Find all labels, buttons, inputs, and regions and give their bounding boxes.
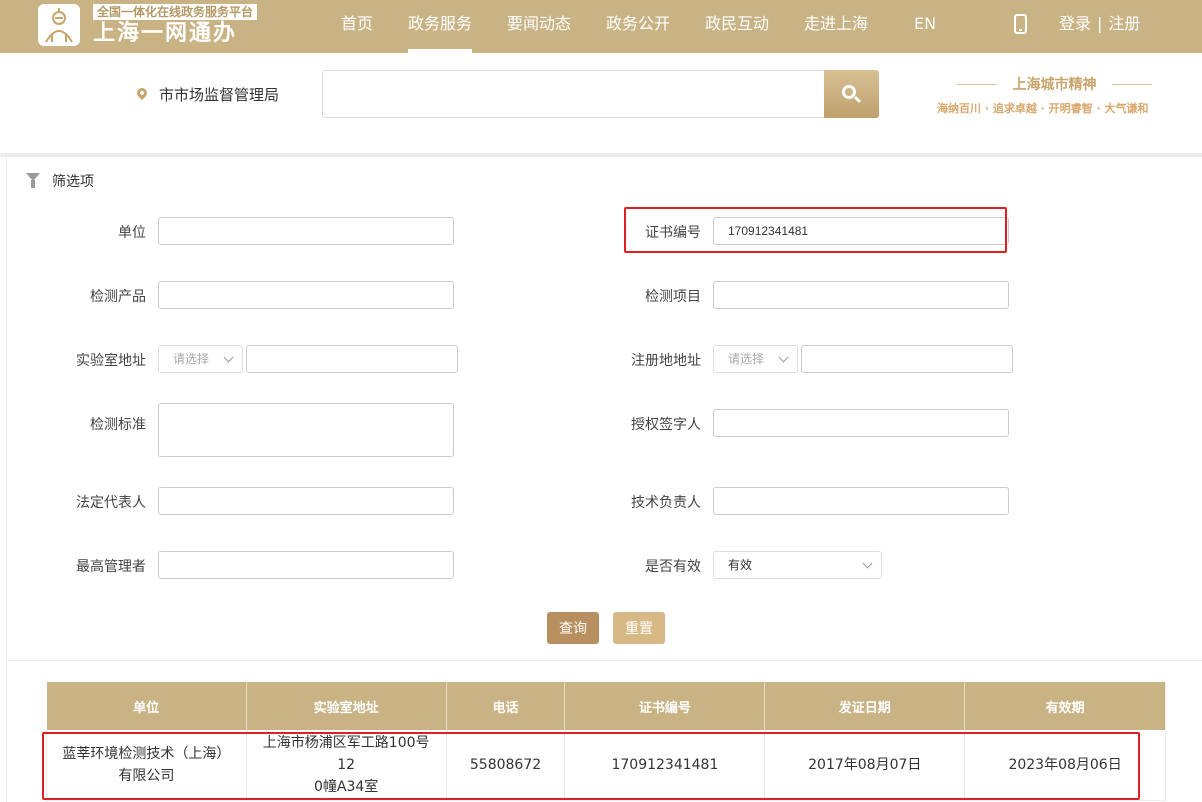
register-link[interactable]: 注册 [1108,14,1140,33]
filter-title: 筛选项 [52,174,94,190]
cert-no-input[interactable] [713,217,1009,245]
signer-input[interactable] [713,409,1009,437]
reg-address-input[interactable] [801,345,1013,373]
login-register: 登录 | 注册 [1059,0,1140,50]
brand-name[interactable]: 上海一网通办 [93,21,237,47]
standard-textarea[interactable] [158,403,454,457]
cell-phone: 55808672 [446,730,566,801]
query-button[interactable]: 查询 [547,612,599,644]
mobile-phone-icon[interactable] [1014,14,1027,34]
reg-address-label: 注册地地址 [631,353,701,369]
lab-address-label: 实验室地址 [76,353,146,369]
nav-home[interactable]: 首页 [340,0,374,53]
nav-about-shanghai[interactable]: 走进上海 [804,0,868,53]
chevron-down-icon [223,352,234,363]
nav-gov-services[interactable]: 政务服务 [408,0,472,53]
department-location[interactable]: 市市场监督管理局 [159,84,279,105]
cell-expiry: 2023年08月06日 [964,730,1166,801]
tech-lead-label: 技术负责人 [631,495,701,511]
search-input[interactable] [322,70,825,118]
top-navigation-bar: 全国一体化在线政务服务平台 上海一网通办 首页 政务服务 要闻动态 政务公开 政… [0,0,1202,53]
cell-cert-no: 170912341481 [564,730,766,801]
unit-input[interactable] [158,217,454,245]
shanghai-logo-icon[interactable] [38,4,80,46]
column-header-expiry: 有效期 [964,682,1166,730]
unit-label: 单位 [118,225,146,241]
cell-unit: 蓝莘环境检测技术（上海） 有限公司 [46,730,247,801]
table-header-row: 单位 实验室地址 电话 证书编号 发证日期 有效期 [46,682,1166,730]
city-spirit-title: 上海城市精神 [1012,77,1097,93]
cell-issue-date: 2017年08月07日 [764,730,966,801]
standard-label: 检测标准 [90,417,146,433]
cell-lab-address: 上海市杨浦区军工路100号12 0幢A34室 [246,730,447,801]
chevron-down-icon [862,558,873,569]
column-header-cert-no: 证书编号 [564,682,766,730]
lab-address-select[interactable]: 请选择 [158,345,243,373]
chevron-down-icon [778,352,789,363]
platform-tag: 全国一体化在线政务服务平台 [93,4,258,20]
login-separator: | [1097,14,1103,33]
lab-address-input[interactable] [246,345,458,373]
column-header-lab-address: 实验室地址 [246,682,447,730]
column-header-unit: 单位 [46,682,247,730]
validity-select[interactable]: 有效 [713,551,882,579]
top-manager-label: 最高管理者 [76,559,146,575]
validity-label: 是否有效 [645,559,701,575]
nav-interaction[interactable]: 政民互动 [705,0,769,53]
table-row[interactable]: 蓝莘环境检测技术（上海） 有限公司 上海市杨浦区军工路100号12 0幢A34室… [46,730,1166,801]
nav-gov-open[interactable]: 政务公开 [606,0,670,53]
cert-no-label: 证书编号 [645,225,701,241]
filter-icon [26,173,40,188]
reset-button[interactable]: 重置 [613,612,665,644]
top-manager-input[interactable] [158,551,454,579]
reg-address-select[interactable]: 请选择 [713,345,798,373]
city-spirit-motto: 海纳百川 · 追求卓越 · 开明睿智 · 大气谦和 [937,102,1149,115]
signer-label: 授权签字人 [631,417,701,433]
legal-rep-label: 法定代表人 [76,495,146,511]
tech-lead-input[interactable] [713,487,1009,515]
item-label: 检测项目 [645,289,701,305]
login-link[interactable]: 登录 [1059,14,1091,33]
nav-english[interactable]: EN [912,0,938,53]
product-input[interactable] [158,281,454,309]
search-button[interactable] [824,70,879,118]
column-header-issue-date: 发证日期 [764,682,966,730]
product-label: 检测产品 [90,289,146,305]
legal-rep-input[interactable] [158,487,454,515]
column-header-phone: 电话 [446,682,566,730]
item-input[interactable] [713,281,1009,309]
nav-news[interactable]: 要闻动态 [507,0,571,53]
results-table: 单位 实验室地址 电话 证书编号 发证日期 有效期 蓝莘环境检测技术（上海） 有… [46,682,1166,801]
